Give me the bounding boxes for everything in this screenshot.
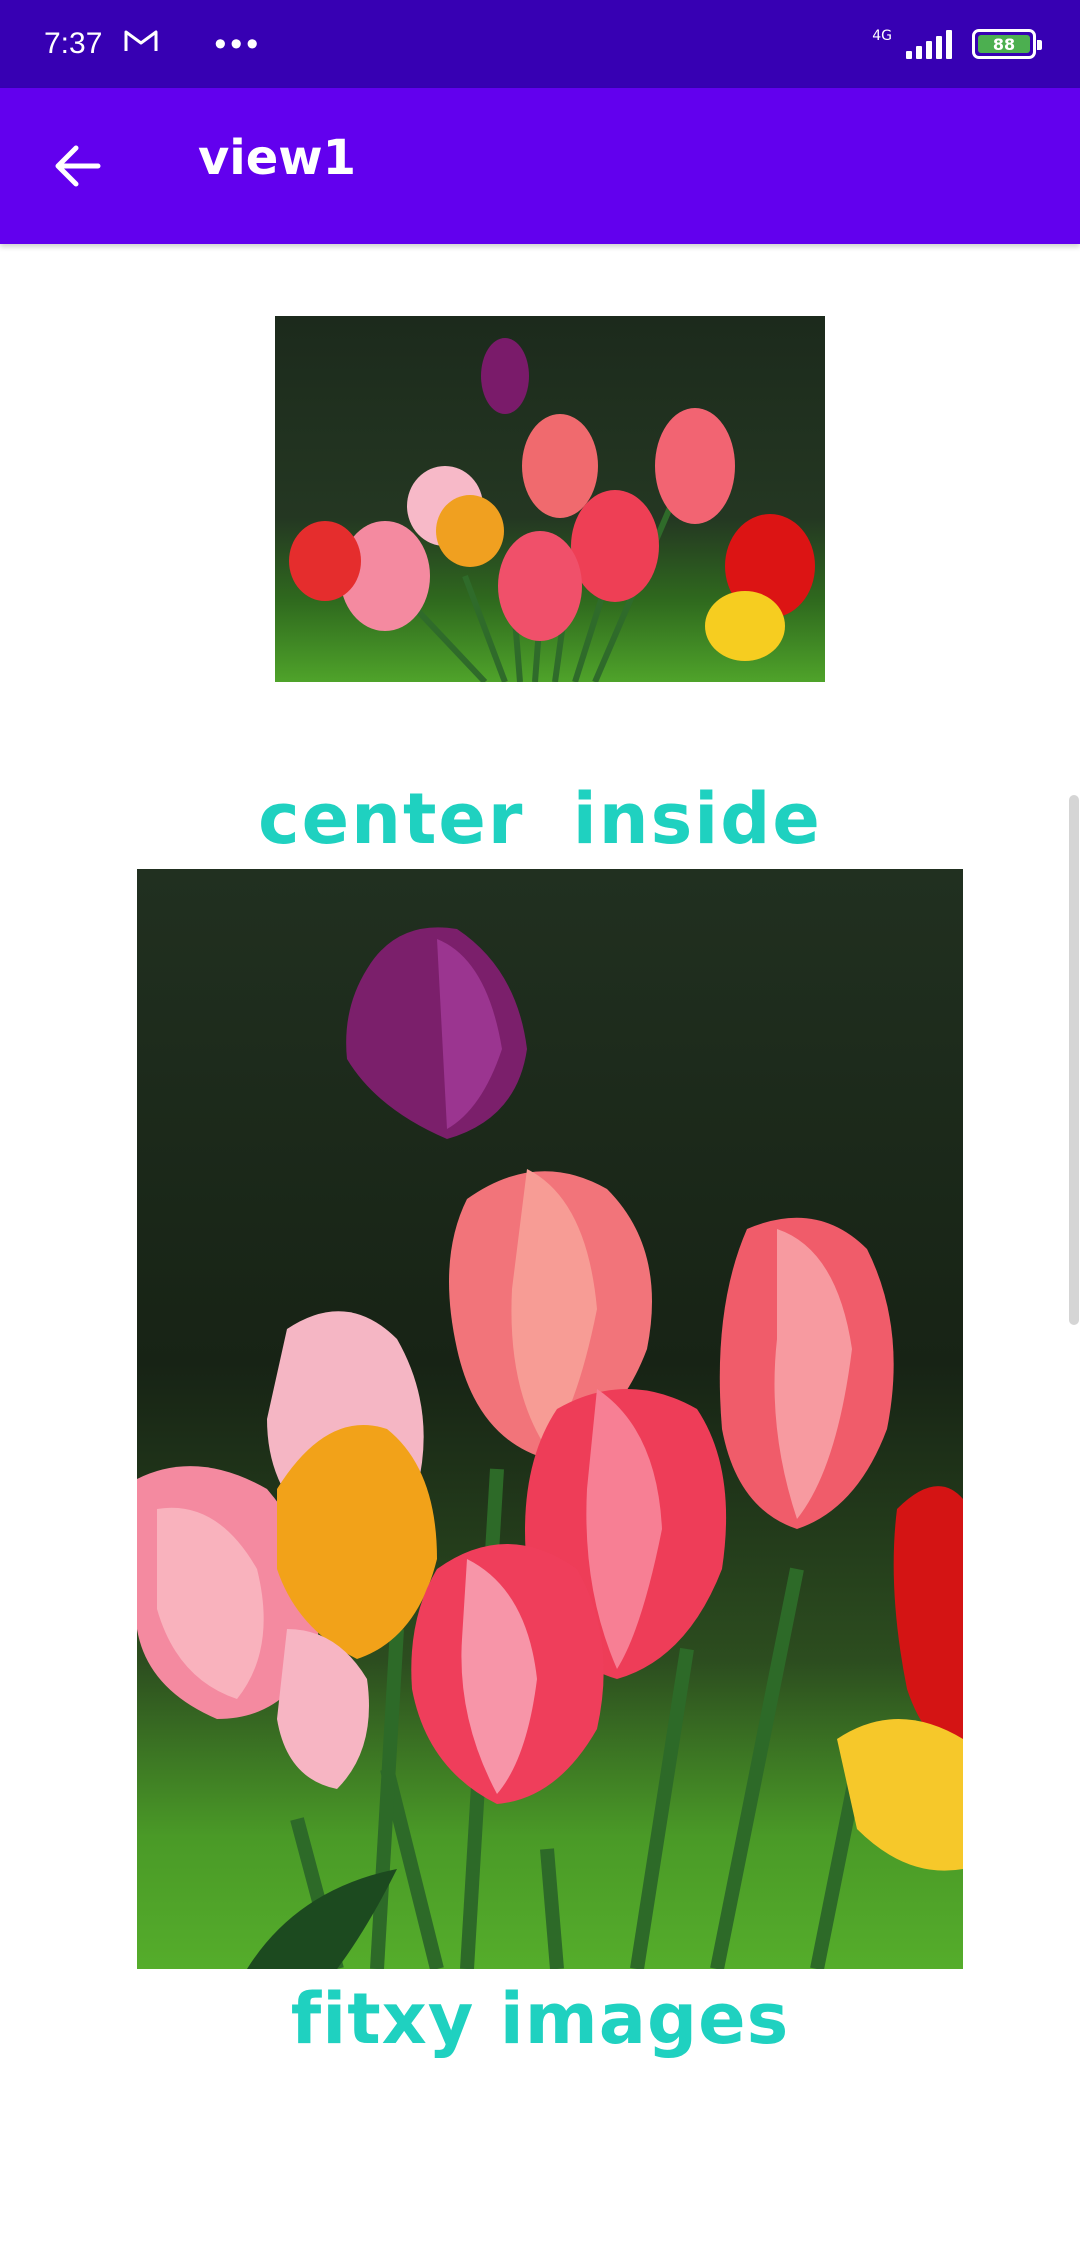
status-left: 7:37 ••• — [44, 25, 262, 64]
more-dots-icon: ••• — [214, 24, 263, 63]
center-inside-caption: center inside — [258, 778, 822, 860]
battery-level: 88 — [978, 35, 1030, 54]
status-right: 4G 88 — [872, 28, 1042, 59]
scrollbar[interactable] — [1069, 795, 1079, 1325]
network-type-label: 4G — [872, 28, 892, 44]
fitxy-caption: fitxy images — [290, 1978, 790, 2060]
page-title: view1 — [198, 130, 357, 186]
tulip-image-center-inside — [275, 316, 825, 682]
status-bar: 7:37 ••• 4G 88 — [0, 0, 1080, 88]
status-time: 7:37 — [44, 27, 103, 60]
gmail-icon — [124, 27, 158, 61]
battery-icon: 88 — [972, 29, 1042, 59]
signal-icon — [906, 29, 952, 59]
app-bar: view1 — [0, 88, 1080, 244]
arrow-back-icon[interactable] — [50, 138, 106, 194]
tulip-image-fitxy — [137, 869, 963, 1969]
